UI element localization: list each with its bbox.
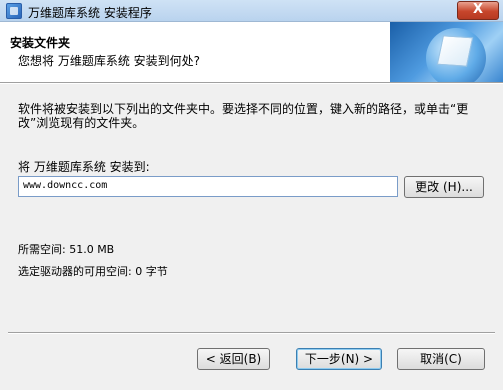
installer-app-icon — [6, 3, 22, 19]
next-button[interactable]: 下一步(N) > — [296, 348, 382, 370]
space-available-text: 选定驱动器的可用空间: 0 字节 — [18, 265, 168, 278]
page-title: 安装文件夹 — [10, 36, 71, 50]
cube-graphic — [436, 35, 474, 67]
description-text: 软件将被安装到以下列出的文件夹中。要选择不同的位置，键入新的路径，或单击“更改”… — [18, 102, 469, 130]
page-subtitle: 您想将 万维题库系统 安装到何处? — [18, 54, 200, 68]
footer-divider-highlight — [8, 333, 495, 334]
title-bar[interactable]: 万维题库系统 安装程序 X — [0, 0, 503, 22]
back-button[interactable]: < 返回(B) — [197, 348, 270, 370]
content-area: 软件将被安装到以下列出的文件夹中。要选择不同的位置，键入新的路径，或单击“更改”… — [0, 84, 503, 390]
change-folder-button[interactable]: 更改 (H)... — [404, 176, 484, 198]
install-path-input[interactable]: www.downcc.com — [18, 176, 398, 197]
space-required-text: 所需空间: 51.0 MB — [18, 243, 115, 256]
close-button[interactable]: X — [457, 1, 499, 20]
globe-cube-icon — [390, 22, 503, 82]
cancel-button[interactable]: 取消(C) — [397, 348, 485, 370]
window-title: 万维题库系统 安装程序 — [28, 6, 152, 20]
header-panel: 安装文件夹 您想将 万维题库系统 安装到何处? — [0, 22, 503, 82]
destination-label: 将 万维题库系统 安装到: — [18, 160, 150, 174]
